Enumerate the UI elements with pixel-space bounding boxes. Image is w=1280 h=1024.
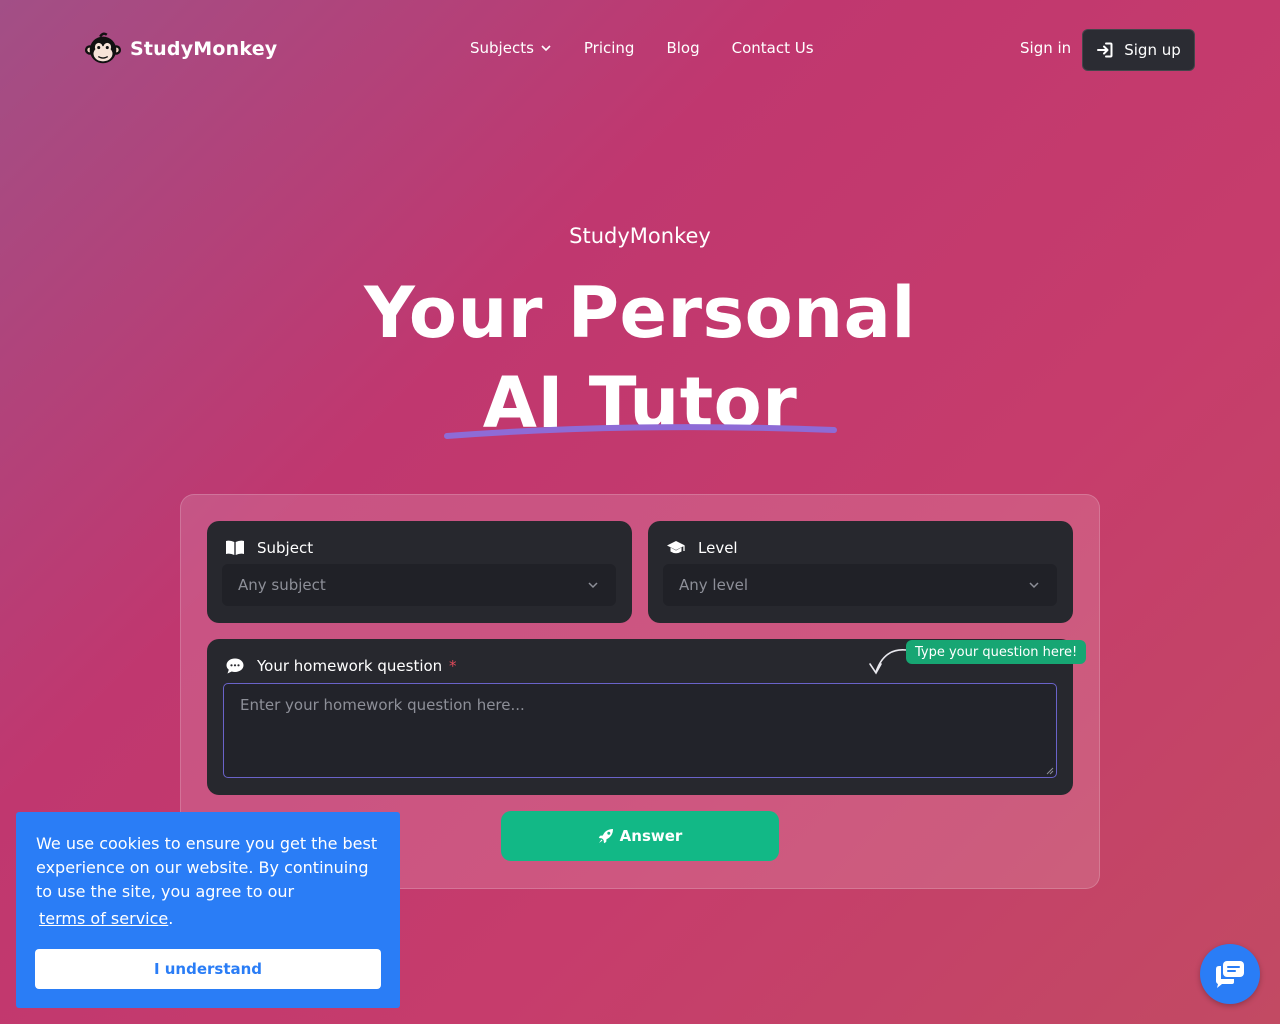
terms-of-service-link[interactable]: terms of service [39, 907, 168, 931]
cookie-period: . [168, 909, 174, 928]
brand-logo[interactable]: StudyMonkey [84, 30, 277, 68]
sign-up-label: Sign up [1124, 41, 1181, 59]
nav-item-pricing[interactable]: Pricing [584, 39, 635, 57]
nav-item-contact-us[interactable]: Contact Us [732, 39, 814, 57]
cookie-message: We use cookies to ensure you get the bes… [36, 834, 378, 901]
brand-name: StudyMonkey [130, 38, 278, 60]
level-label: Level [666, 539, 738, 557]
subject-select[interactable]: Any subject [222, 564, 616, 606]
answer-button[interactable]: Answer [501, 811, 779, 861]
level-card: Level Any level [648, 521, 1073, 623]
graduation-cap-icon [667, 541, 685, 554]
hero-eyebrow: StudyMonkey [569, 224, 711, 248]
speech-bubble-icon [226, 658, 244, 674]
chevron-down-icon [1029, 582, 1039, 589]
curved-arrow-icon [869, 649, 907, 675]
cookie-text: We use cookies to ensure you get the bes… [36, 832, 386, 931]
nav-item-subjects[interactable]: Subjects [470, 39, 552, 57]
main-nav: Subjects Pricing Blog Contact Us [470, 39, 814, 57]
book-icon [226, 540, 244, 555]
cookie-accept-button[interactable]: I understand [35, 949, 381, 989]
question-label-value: Your homework question [257, 657, 443, 675]
headline-line-1: Your Personal [364, 272, 916, 354]
subject-label-text: Subject [257, 539, 314, 557]
monkey-logo-icon [84, 32, 122, 64]
chat-icon [1216, 961, 1244, 988]
subject-label: Subject [225, 539, 313, 557]
cookie-banner: We use cookies to ensure you get the bes… [16, 812, 400, 1008]
site-header: StudyMonkey Subjects Pricing Blog Contac… [0, 0, 1280, 100]
level-select-value: Any level [679, 576, 749, 594]
rocket-icon [598, 829, 613, 844]
level-label-text: Level [698, 539, 738, 557]
level-select[interactable]: Any level [663, 564, 1057, 606]
required-mark: * [448, 657, 457, 675]
chevron-down-icon [588, 582, 598, 589]
chat-widget-button[interactable] [1200, 944, 1260, 1004]
resize-grip-icon[interactable] [1046, 767, 1054, 775]
homework-question-input[interactable]: Enter your homework question here... [223, 683, 1057, 778]
headline-underline [444, 424, 837, 439]
answer-button-label: Answer [619, 827, 683, 845]
chevron-down-icon [541, 45, 551, 52]
question-label-text: Your homework question * [257, 657, 456, 675]
sign-in-link[interactable]: Sign in [1020, 39, 1071, 57]
nav-item-label: Subjects [470, 39, 534, 57]
sign-up-button[interactable]: Sign up [1082, 29, 1195, 71]
nav-item-blog[interactable]: Blog [666, 39, 699, 57]
question-hint-badge: Type your question here! [906, 640, 1087, 664]
subject-card: Subject Any subject [207, 521, 632, 623]
question-label: Your homework question * [225, 657, 456, 675]
subject-select-value: Any subject [238, 576, 326, 594]
question-placeholder: Enter your homework question here... [240, 696, 525, 714]
sign-in-arrow-icon [1097, 42, 1113, 58]
